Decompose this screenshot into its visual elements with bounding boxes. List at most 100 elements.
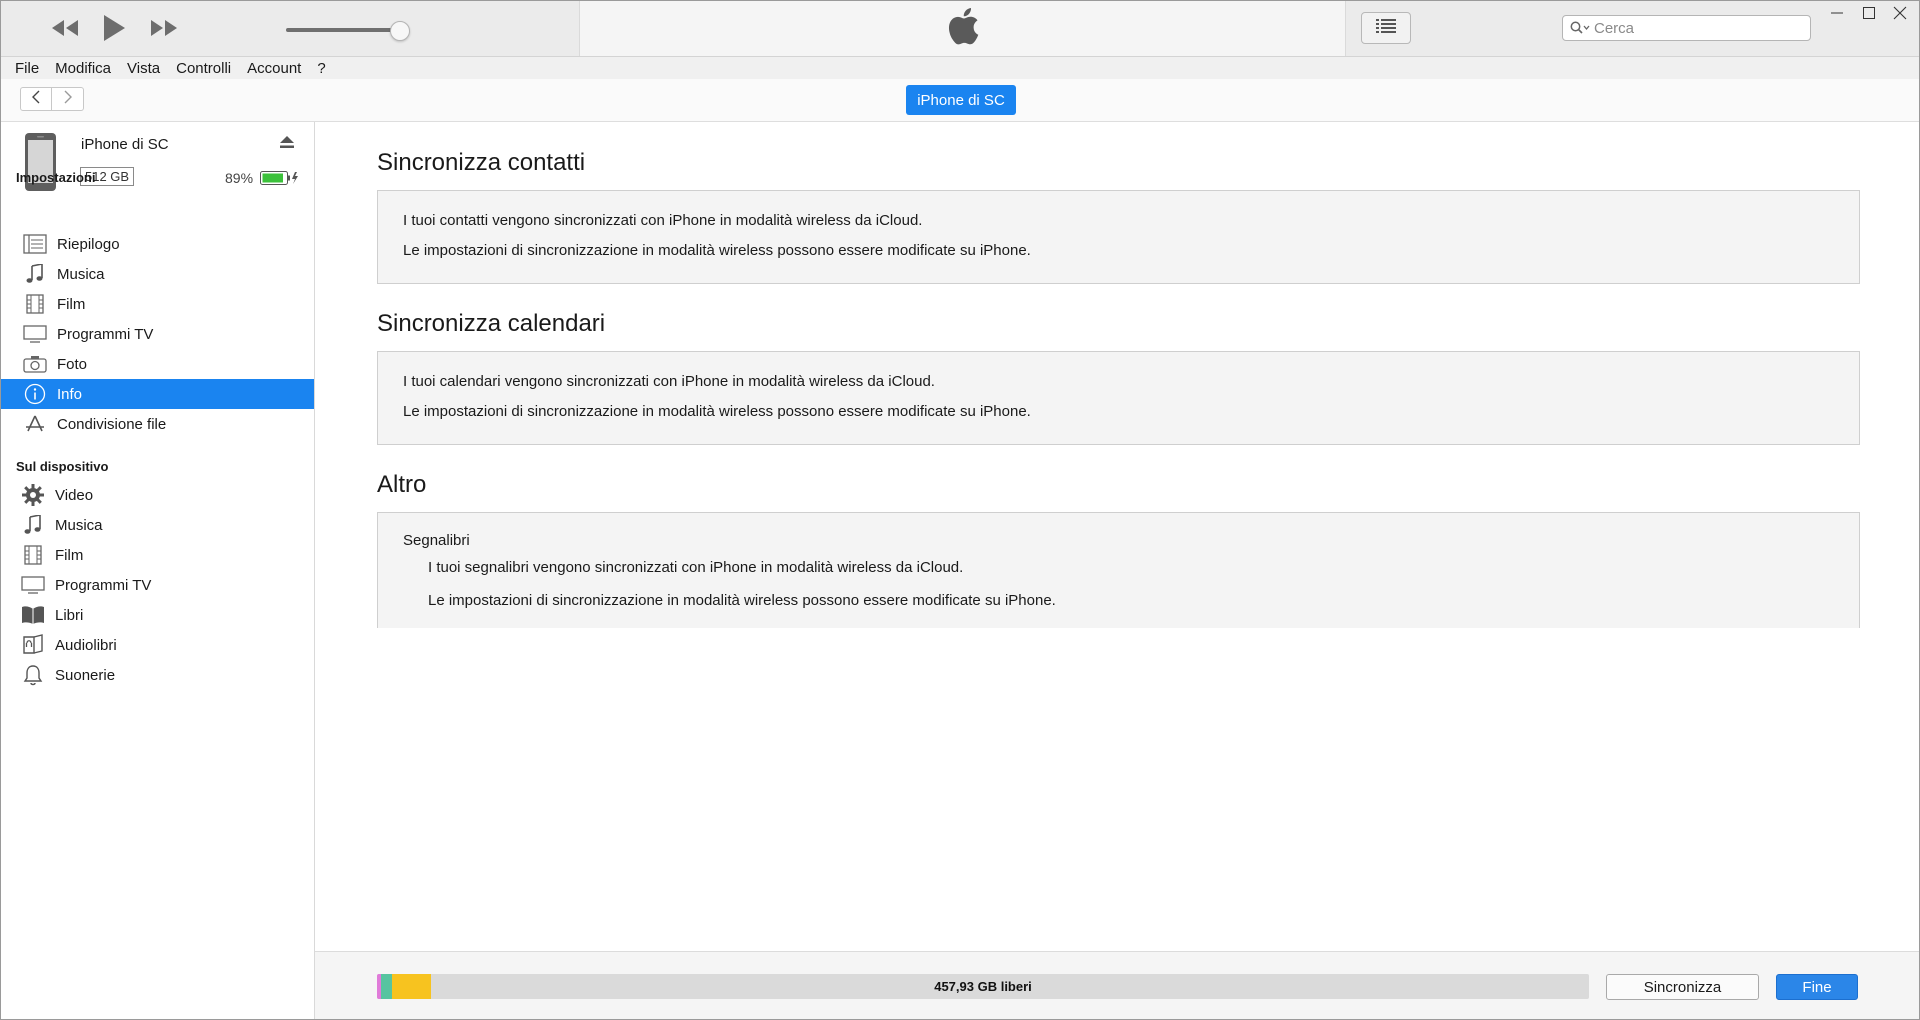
play-icon[interactable] — [98, 11, 130, 45]
music-note-icon — [19, 514, 47, 536]
navigation-bar: iPhone di SC — [1, 79, 1919, 122]
history-arrows — [20, 87, 86, 113]
list-view-button[interactable] — [1361, 12, 1411, 44]
contacts-info-box: I tuoi contatti vengono sincronizzati co… — [377, 190, 1860, 284]
list-view-icon — [1376, 18, 1396, 38]
bookmarks-label: Segnalibri — [403, 532, 470, 549]
forward-button[interactable] — [52, 87, 84, 111]
sidebar-item-label: Suonerie — [55, 666, 116, 684]
sidebar-item-label: Info — [57, 385, 83, 403]
menu-account[interactable]: Account — [247, 60, 301, 77]
search-icon — [1570, 21, 1590, 35]
sidebar-item-info[interactable]: Info — [1, 379, 314, 409]
maximize-icon[interactable] — [1854, 1, 1884, 25]
contacts-line-1: I tuoi contatti vengono sincronizzati co… — [403, 212, 923, 229]
calendars-line-2: Le impostazioni di sincronizzazione in m… — [403, 403, 1031, 420]
sidebar-item-label: Condivisione file — [57, 415, 167, 433]
lcd-display — [579, 1, 1346, 56]
contacts-section-title: Sincronizza contatti — [377, 149, 586, 176]
film-icon — [21, 293, 49, 315]
battery-icon — [260, 171, 300, 190]
sidebar-item-suonerie[interactable]: Suonerie — [1, 660, 314, 690]
battery-percent: 89% — [225, 170, 254, 186]
device-button[interactable]: iPhone di SC — [906, 85, 1016, 115]
sidebar-item-libri[interactable]: Libri — [1, 600, 314, 630]
itunes-window: File Modifica Vista Controlli Account ? … — [0, 0, 1920, 1020]
device-name: iPhone di SC — [81, 136, 169, 153]
sidebar-item-riepilogo[interactable]: Riepilogo — [1, 229, 314, 259]
sidebar-item-musica-device[interactable]: Musica — [1, 510, 314, 540]
settings-section-title: Impostazioni — [16, 170, 96, 185]
music-note-icon — [21, 263, 49, 285]
sidebar: iPhone di SC 512 GB 89% Impostazioni Rie… — [1, 122, 315, 1019]
sidebar-item-label: Film — [55, 546, 84, 564]
menu-modifica[interactable]: Modifica — [55, 60, 111, 77]
bottom-bar: 457,93 GB liberi Sincronizza Fine — [315, 951, 1919, 1019]
volume-slider[interactable] — [286, 21, 411, 41]
apple-logo-icon — [946, 6, 980, 51]
sidebar-item-label: Riepilogo — [57, 235, 120, 253]
apps-icon — [21, 413, 49, 435]
chevron-right-icon — [63, 90, 73, 109]
rewind-icon[interactable] — [45, 11, 85, 45]
search-field[interactable] — [1562, 15, 1811, 41]
other-section-title: Altro — [377, 471, 427, 498]
sidebar-item-programmi-tv[interactable]: Programmi TV — [1, 319, 314, 349]
sidebar-item-audiolibri[interactable]: Audiolibri — [1, 630, 314, 660]
search-input[interactable] — [1594, 19, 1794, 37]
film-icon — [19, 544, 47, 566]
main-content: Sincronizza contatti I tuoi contatti ven… — [315, 122, 1919, 949]
sidebar-item-label: Libri — [55, 606, 84, 624]
sidebar-item-label: Musica — [57, 265, 105, 283]
calendars-line-1: I tuoi calendari vengono sincronizzati c… — [403, 373, 935, 390]
bookmarks-line-1: I tuoi segnalibri vengono sincronizzati … — [428, 559, 964, 576]
sidebar-item-film[interactable]: Film — [1, 289, 314, 319]
sync-button[interactable]: Sincronizza — [1606, 974, 1759, 1000]
sidebar-item-label: Audiolibri — [55, 636, 117, 654]
iphone-icon — [24, 132, 57, 197]
device-header: iPhone di SC 512 GB 89% — [1, 122, 314, 197]
camera-icon — [21, 353, 49, 375]
sidebar-item-label: Musica — [55, 516, 103, 534]
audiobook-icon — [19, 634, 47, 656]
volume-track — [286, 28, 404, 32]
sidebar-item-film-device[interactable]: Film — [1, 540, 314, 570]
book-icon — [19, 604, 47, 626]
menu-vista[interactable]: Vista — [127, 60, 160, 77]
sidebar-item-video[interactable]: Video — [1, 480, 314, 510]
menu-file[interactable]: File — [15, 60, 39, 77]
fast-forward-icon[interactable] — [144, 11, 184, 45]
sidebar-item-condivisione-file[interactable]: Condivisione file — [1, 409, 314, 439]
bell-icon — [19, 664, 47, 686]
bookmarks-line-2: Le impostazioni di sincronizzazione in m… — [428, 592, 1056, 609]
done-button[interactable]: Fine — [1776, 974, 1858, 1000]
other-info-box: Segnalibri I tuoi segnalibri vengono sin… — [377, 512, 1860, 628]
storage-bar: 457,93 GB liberi — [377, 974, 1589, 999]
eject-icon[interactable] — [279, 135, 295, 154]
calendars-info-box: I tuoi calendari vengono sincronizzati c… — [377, 351, 1860, 445]
sidebar-item-label: Film — [57, 295, 86, 313]
info-icon — [21, 383, 49, 405]
menu-bar: File Modifica Vista Controlli Account ? — [1, 57, 1919, 79]
sidebar-item-label: Foto — [57, 355, 88, 373]
gear-icon — [19, 484, 47, 506]
tv-icon — [21, 323, 49, 345]
device-section-title: Sul dispositivo — [16, 459, 109, 474]
sidebar-item-label: Programmi TV — [57, 325, 154, 343]
sidebar-item-label: Programmi TV — [55, 576, 152, 594]
sidebar-item-programmi-tv-device[interactable]: Programmi TV — [1, 570, 314, 600]
sidebar-item-musica[interactable]: Musica — [1, 259, 314, 289]
close-icon[interactable] — [1885, 1, 1915, 25]
back-button[interactable] — [20, 87, 52, 111]
minimize-icon[interactable] — [1822, 1, 1852, 25]
tv-icon — [19, 574, 47, 596]
calendars-section-title: Sincronizza calendari — [377, 310, 606, 337]
contacts-line-2: Le impostazioni di sincronizzazione in m… — [403, 242, 1031, 259]
storage-free-label: 457,93 GB liberi — [934, 979, 1032, 994]
sidebar-item-foto[interactable]: Foto — [1, 349, 314, 379]
volume-knob[interactable] — [390, 21, 410, 41]
summary-list-icon — [21, 233, 49, 255]
chevron-left-icon — [31, 90, 41, 109]
menu-controlli[interactable]: Controlli — [176, 60, 231, 77]
menu-help[interactable]: ? — [317, 60, 325, 77]
